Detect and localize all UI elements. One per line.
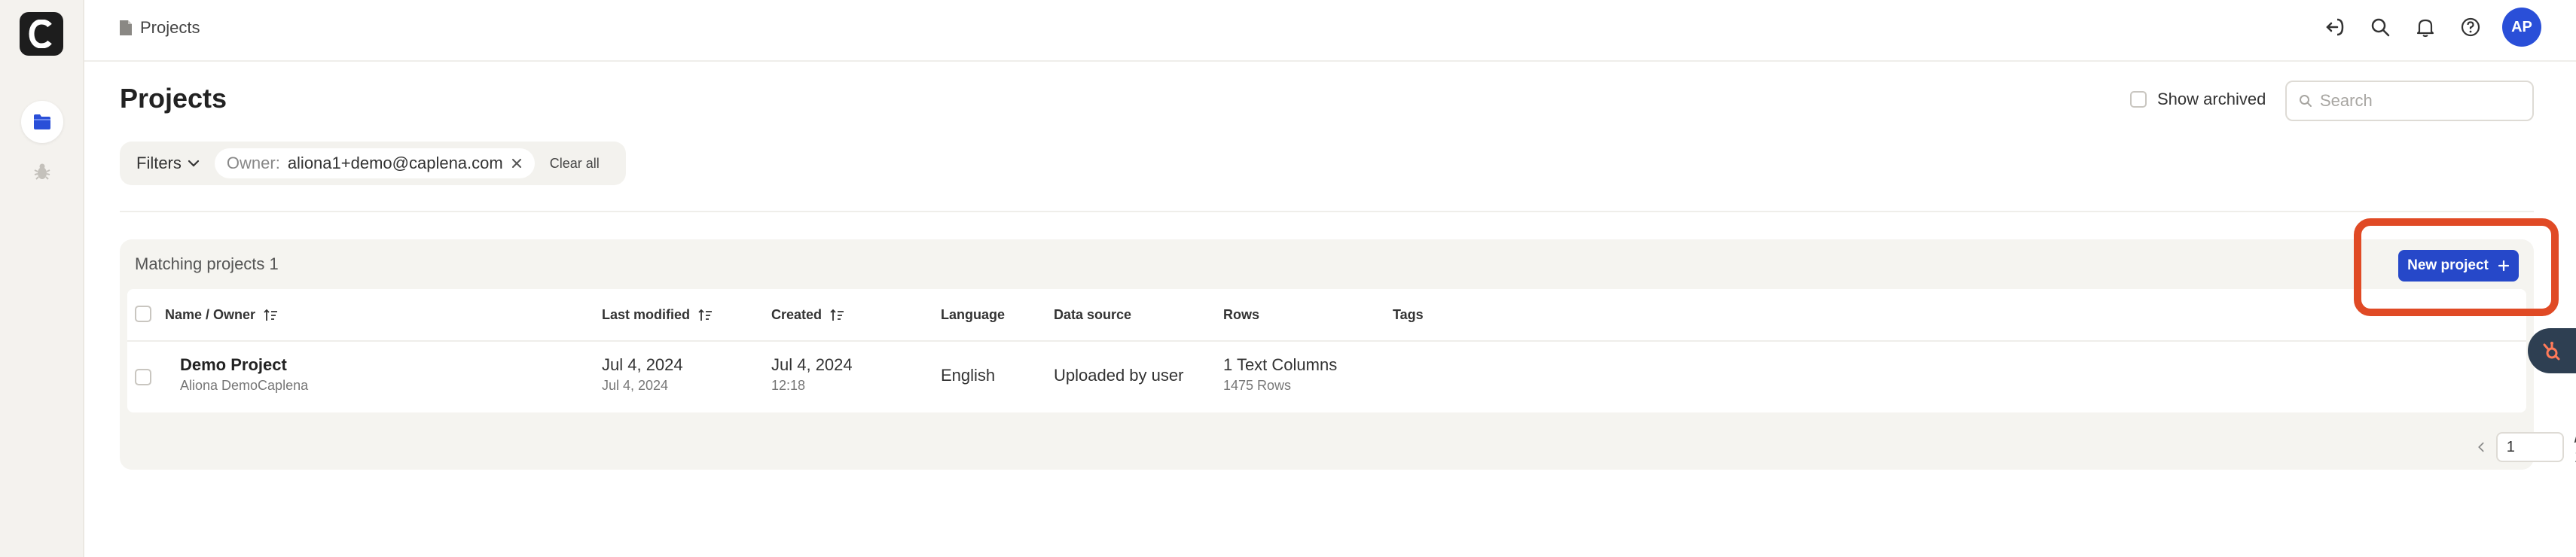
column-last-modified[interactable]: Last modified: [602, 307, 713, 323]
search-input[interactable]: [2320, 91, 2523, 111]
rows-value: 1 Text Columns: [1223, 355, 1338, 374]
column-label: Last modified: [602, 307, 691, 322]
filters-button[interactable]: Filters: [136, 154, 200, 173]
logo-letter-icon: [29, 20, 52, 48]
caplena-logo[interactable]: [20, 12, 63, 56]
logout-button[interactable]: [2321, 14, 2349, 41]
breadcrumb: Projects: [119, 18, 200, 38]
cell-language: English: [941, 366, 995, 385]
show-archived-checkbox[interactable]: [2130, 91, 2147, 108]
breadcrumb-projects[interactable]: Projects: [140, 18, 200, 38]
column-label: Name / Owner: [165, 307, 256, 322]
select-all-checkbox[interactable]: [135, 306, 151, 322]
highlight-annotation: [2354, 218, 2559, 316]
cell-last-modified: Jul 4, 2024 Jul 4, 2024: [602, 355, 683, 394]
chip-label: Owner:: [226, 154, 280, 172]
document-icon: [120, 20, 132, 35]
table-header: Name / Owner Last modified Created Langu…: [127, 289, 2526, 342]
projects-panel: Matching projects 1 New project Name / O…: [120, 239, 2576, 470]
column-name-owner[interactable]: Name / Owner: [165, 307, 278, 323]
top-icons: AP: [2321, 8, 2541, 47]
created-date: Jul 4, 2024: [771, 355, 853, 374]
search-field[interactable]: [2285, 81, 2534, 121]
column-label: Rows: [1223, 307, 1260, 322]
sort-icon[interactable]: [263, 309, 278, 322]
sort-icon[interactable]: [829, 309, 844, 322]
notifications-button[interactable]: [2412, 14, 2439, 41]
chevron-down-icon: [188, 160, 199, 167]
search-icon: [2371, 18, 2390, 37]
hubspot-icon: [2543, 342, 2560, 361]
top-bar: Projects AP: [84, 0, 2576, 62]
column-data-source: Data source: [1054, 307, 1131, 323]
logout-icon: [2326, 18, 2344, 36]
column-rows: Rows: [1223, 307, 1259, 323]
clear-all-button[interactable]: Clear all: [550, 156, 600, 172]
projects-table: Name / Owner Last modified Created Langu…: [127, 289, 2526, 412]
owner-filter-chip[interactable]: Owner: aliona1+demo@caplena.com: [214, 148, 535, 178]
search-button[interactable]: [2367, 14, 2394, 41]
column-label: Data source: [1054, 307, 1132, 322]
sort-icon[interactable]: [697, 309, 713, 322]
show-archived-toggle[interactable]: Show archived: [2130, 90, 2266, 109]
cell-name[interactable]: Demo Project Aliona DemoCaplena: [180, 355, 308, 394]
column-tags: Tags: [1393, 307, 1424, 323]
rows-sub: 1475 Rows: [1223, 378, 1292, 393]
sidebar-item-projects[interactable]: [21, 101, 63, 143]
bell-icon: [2416, 19, 2434, 38]
project-owner: Aliona DemoCaplena: [180, 378, 309, 393]
help-button[interactable]: [2457, 14, 2484, 41]
column-label: Created: [771, 307, 823, 322]
column-created[interactable]: Created: [771, 307, 844, 323]
row-checkbox[interactable]: [135, 369, 151, 385]
data-source-value: Uploaded by user: [1054, 366, 1184, 385]
column-label: Tags: [1393, 307, 1424, 322]
column-label: Language: [941, 307, 1006, 322]
filters-label: Filters: [136, 154, 182, 172]
last-modified-date: Jul 4, 2024: [602, 355, 683, 374]
column-language: Language: [941, 307, 1005, 323]
cell-created: Jul 4, 2024 12:18: [771, 355, 853, 394]
chip-value: aliona1+demo@caplena.com: [287, 154, 503, 172]
page-title: Projects: [120, 83, 227, 114]
page-number-input[interactable]: [2495, 432, 2564, 462]
chat-widget-tab[interactable]: [2528, 328, 2576, 373]
last-modified-sub: Jul 4, 2024: [602, 378, 669, 393]
filter-bar: Filters Owner: aliona1+demo@caplena.com …: [120, 142, 626, 185]
divider: [120, 211, 2534, 212]
search-icon: [2300, 95, 2312, 107]
language-value: English: [941, 366, 996, 385]
chevron-left-icon[interactable]: [2477, 440, 2486, 455]
folder-icon: [34, 114, 50, 129]
project-name[interactable]: Demo Project: [180, 355, 308, 375]
bug-icon: [34, 163, 50, 180]
created-time: 12:18: [771, 378, 806, 393]
matching-count: Matching projects 1: [135, 254, 279, 273]
show-archived-label: Show archived: [2157, 90, 2266, 108]
table-row[interactable]: Demo Project Aliona DemoCaplena Jul 4, 2…: [127, 343, 2526, 411]
close-icon[interactable]: [511, 157, 523, 169]
pagination: / 1: [2477, 428, 2576, 467]
cell-data-source: Uploaded by user: [1054, 366, 1183, 385]
help-icon: [2461, 17, 2480, 37]
avatar[interactable]: AP: [2502, 8, 2541, 47]
sidebar-item-debug[interactable]: [21, 151, 63, 193]
sidebar: [0, 0, 84, 557]
cell-rows: 1 Text Columns 1475 Rows: [1223, 355, 1337, 394]
